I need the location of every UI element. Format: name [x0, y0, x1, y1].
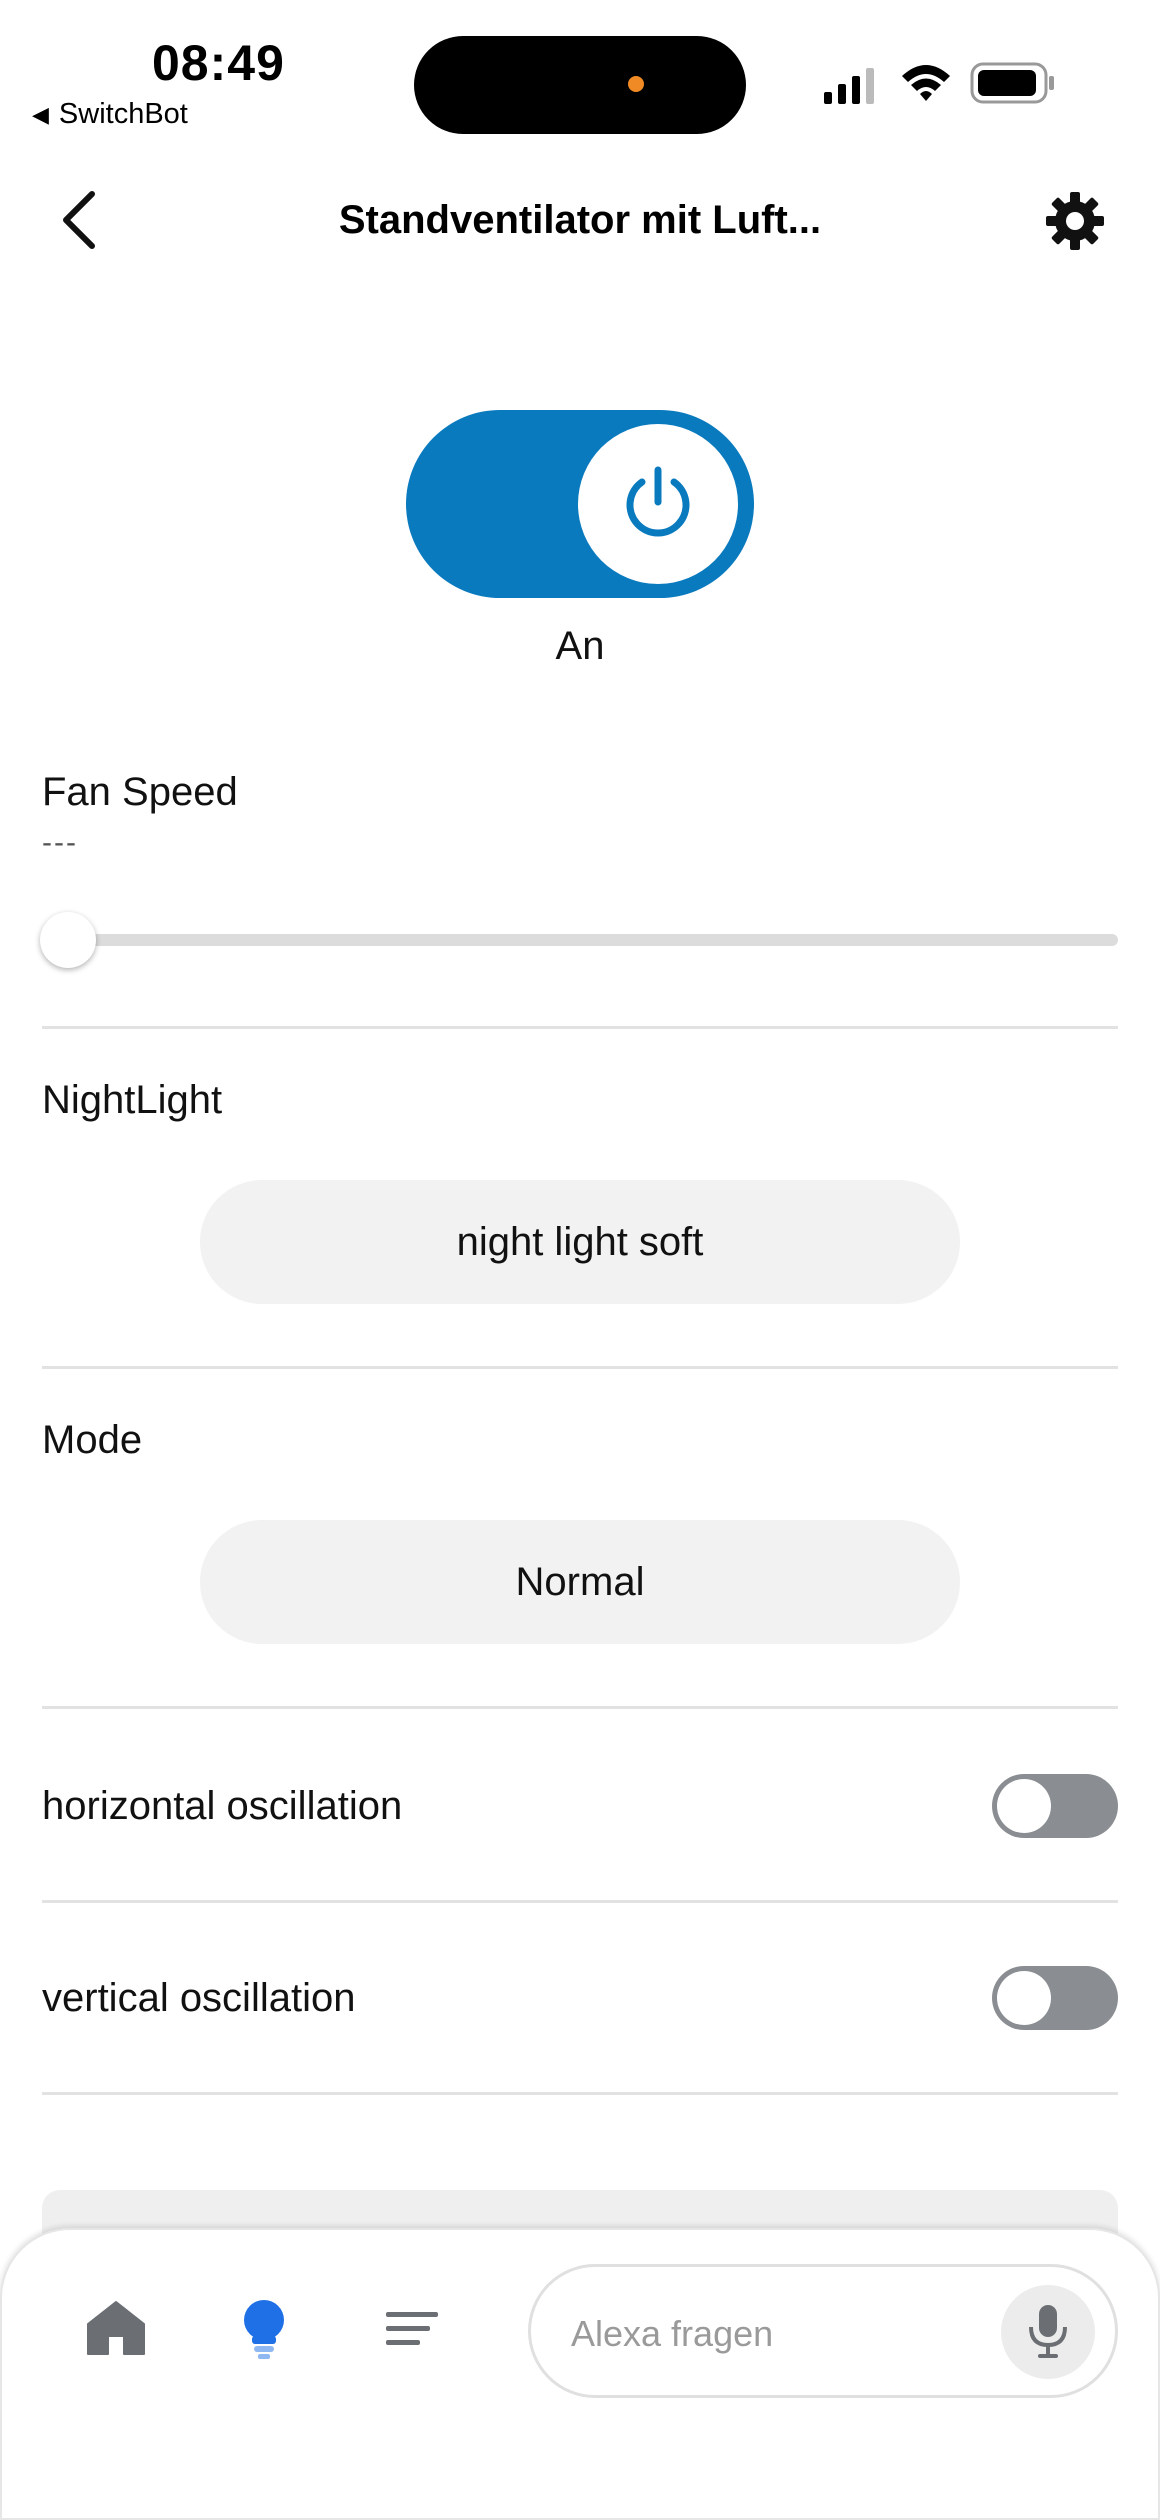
microphone-icon [1029, 2305, 1067, 2358]
battery-icon [970, 62, 1054, 104]
status-time: 08:49 [152, 35, 285, 91]
alexa-placeholder: Alexa fragen [571, 2313, 774, 2354]
home-icon[interactable] [84, 2296, 148, 2360]
back-chevron-icon[interactable] [52, 188, 106, 252]
fan-speed-value: --- [42, 826, 78, 859]
fan-speed-slider-track[interactable] [42, 934, 1118, 946]
divider [42, 1366, 1118, 1369]
vertical-oscillation-toggle[interactable] [992, 1966, 1118, 2030]
dynamic-island [414, 36, 746, 134]
divider [42, 1026, 1118, 1029]
alexa-search-input[interactable]: Alexa fragen [528, 2264, 1118, 2398]
gear-icon[interactable] [1044, 190, 1106, 252]
power-toggle[interactable] [406, 410, 754, 598]
mode-label: Mode [42, 1418, 143, 1462]
wifi-icon [902, 65, 950, 101]
divider [42, 2092, 1118, 2095]
lightbulb-icon[interactable] [232, 2296, 296, 2360]
back-app-label: SwitchBot [58, 98, 188, 130]
horizontal-oscillation-label: horizontal oscillation [42, 1784, 403, 1828]
cellular-signal-icon [824, 68, 874, 104]
menu-icon[interactable] [380, 2296, 444, 2360]
power-knob [578, 424, 738, 584]
nightlight-select-button[interactable]: night light soft [200, 1180, 960, 1304]
power-state-label: An [555, 624, 605, 668]
fan-speed-label: Fan Speed [42, 770, 238, 814]
microphone-button[interactable] [1001, 2285, 1095, 2379]
mode-select-button[interactable]: Normal [200, 1520, 960, 1644]
back-triangle-icon: ◀ [32, 101, 49, 127]
page-title: Standventilator mit Luft... [338, 198, 822, 242]
vertical-oscillation-label: vertical oscillation [42, 1976, 356, 2020]
divider [42, 1900, 1118, 1903]
divider [42, 1706, 1118, 1709]
fan-speed-slider-thumb[interactable] [40, 912, 96, 968]
nightlight-label: NightLight [42, 1078, 223, 1122]
power-icon [626, 466, 690, 537]
back-to-app-link[interactable]: ◀ SwitchBot [32, 98, 188, 131]
horizontal-oscillation-toggle[interactable] [992, 1774, 1118, 1838]
